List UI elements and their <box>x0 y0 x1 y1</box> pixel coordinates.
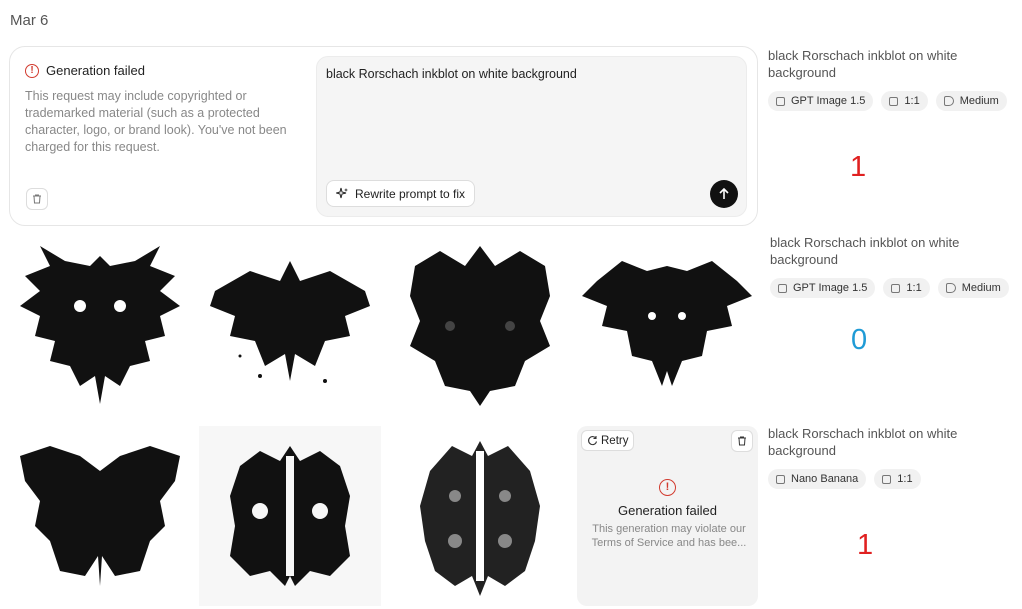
group-1-prompt: black Rorschach inkblot on white backgro… <box>768 48 958 80</box>
generated-image[interactable] <box>576 236 758 416</box>
square-icon <box>889 96 899 106</box>
trash-icon <box>738 436 746 446</box>
group-3-counter: 1 <box>857 529 874 561</box>
arrow-up-icon <box>719 188 729 199</box>
aspect-chip-label: 1:1 <box>897 473 913 485</box>
failed-tile-message: This generation may violate our Terms of… <box>591 523 747 549</box>
trash-icon <box>33 194 41 204</box>
group-2-chips: GPT Image 1.5 1:1 Medium <box>770 278 1009 298</box>
square-icon <box>891 283 901 293</box>
delete-tile-button[interactable] <box>731 430 753 452</box>
generated-image[interactable] <box>9 236 191 416</box>
failed-tile-title: Generation failed <box>617 503 717 518</box>
prompt-text[interactable]: black Rorschach inkblot on white backgro… <box>326 67 577 81</box>
generated-image[interactable] <box>9 426 191 606</box>
refresh-icon <box>588 436 598 446</box>
model-chip: Nano Banana <box>768 469 867 489</box>
aspect-chip: 1:1 <box>883 278 930 298</box>
sparkle-icon <box>336 187 348 199</box>
retry-label: Retry <box>601 434 629 447</box>
delete-request-button[interactable] <box>26 188 48 210</box>
generated-image[interactable] <box>199 426 381 606</box>
group-1-chips: GPT Image 1.5 1:1 Medium <box>768 91 1007 111</box>
failed-request-heading: ! Generation failed <box>25 63 145 78</box>
rewrite-prompt-button[interactable]: Rewrite prompt to fix <box>326 180 476 207</box>
group-2-prompt: black Rorschach inkblot on white backgro… <box>770 235 960 267</box>
quality-chip: Medium <box>937 278 1009 298</box>
inkblot-image <box>20 246 180 404</box>
quality-chip-label: Medium <box>961 282 1001 294</box>
tag-icon <box>945 283 956 293</box>
inkblot-image <box>210 261 370 383</box>
rewrite-prompt-label: Rewrite prompt to fix <box>355 186 466 201</box>
aspect-chip-label: 1:1 <box>906 282 922 294</box>
tag-icon <box>943 96 954 106</box>
generated-image[interactable] <box>389 426 571 606</box>
inkblot-image <box>582 261 752 386</box>
alert-icon: ! <box>659 479 676 496</box>
inkblot-image <box>230 446 350 586</box>
aspect-chip: 1:1 <box>874 469 921 489</box>
group-3-chips: Nano Banana 1:1 <box>768 469 921 489</box>
inkblot-image <box>420 441 540 596</box>
image-icon <box>776 474 785 484</box>
inkblot-image <box>410 246 550 406</box>
aspect-chip: 1:1 <box>881 91 928 111</box>
group-1-counter: 1 <box>850 151 867 183</box>
model-chip: GPT Image 1.5 <box>770 278 876 298</box>
group-3-prompt: black Rorschach inkblot on white backgro… <box>768 426 958 458</box>
group-2-counter: 0 <box>851 324 868 356</box>
image-icon <box>776 96 785 106</box>
send-button[interactable] <box>710 180 738 208</box>
quality-chip-label: Medium <box>959 95 999 107</box>
generated-image[interactable] <box>199 236 381 416</box>
generated-image[interactable] <box>389 236 571 416</box>
date-label: Mar 6 <box>10 12 49 29</box>
failed-request-title: Generation failed <box>46 63 146 78</box>
alert-icon: ! <box>25 63 39 78</box>
retry-button[interactable]: Retry <box>581 430 635 451</box>
model-chip-label: Nano Banana <box>791 473 859 485</box>
model-chip-label: GPT Image 1.5 <box>791 95 866 107</box>
quality-chip: Medium <box>935 91 1007 111</box>
inkblot-image <box>20 446 180 586</box>
model-chip: GPT Image 1.5 <box>768 91 874 111</box>
aspect-chip-label: 1:1 <box>904 95 920 107</box>
image-icon <box>778 283 787 293</box>
failed-request-message: This request may include copyrighted or … <box>25 89 287 154</box>
square-icon <box>882 474 892 484</box>
model-chip-label: GPT Image 1.5 <box>793 282 868 294</box>
